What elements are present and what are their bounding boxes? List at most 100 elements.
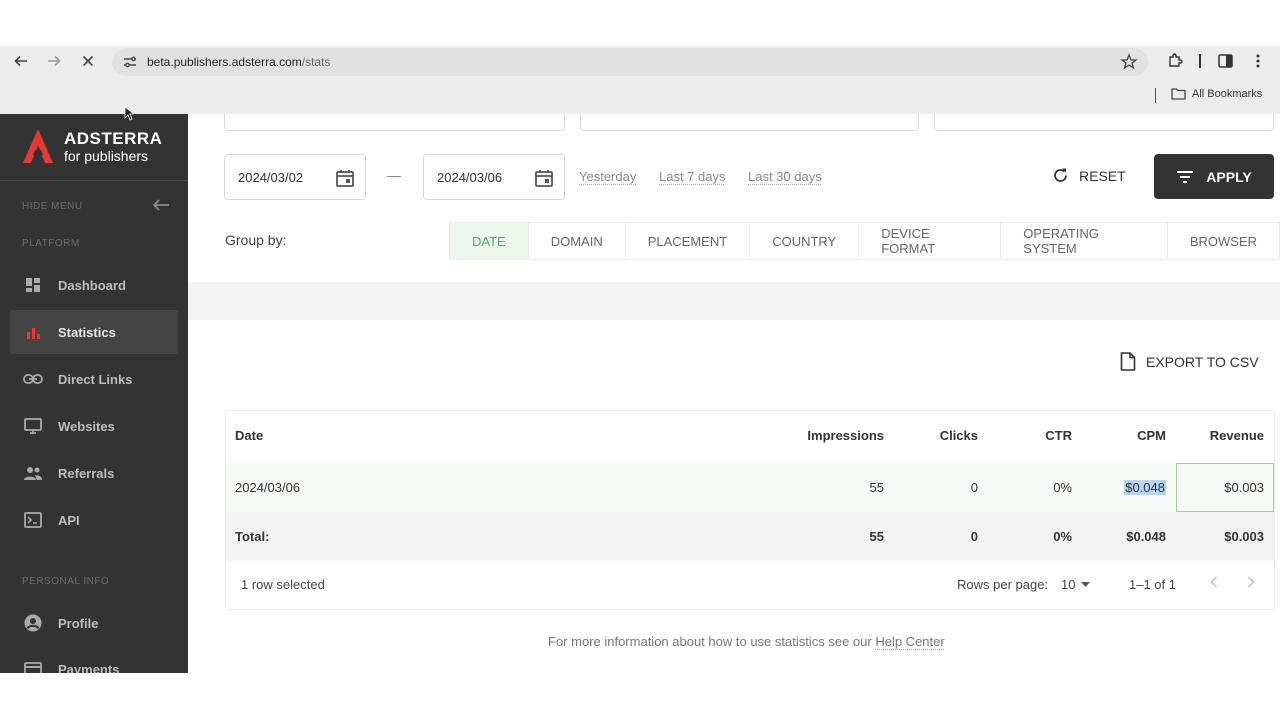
puzzle-icon <box>1169 53 1183 67</box>
apply-button[interactable]: APPLY <box>1154 154 1274 199</box>
pagination-range: 1–1 of 1 <box>1129 577 1176 592</box>
help-text: For more information about how to use st… <box>548 634 945 649</box>
date-to-field[interactable]: 2024/03/06 <box>423 154 565 200</box>
col-header-cpm[interactable]: CPM <box>1096 428 1166 443</box>
quick-yesterday-link[interactable]: Yesterday <box>579 169 636 184</box>
logo-title: ADSTERRA <box>64 128 163 148</box>
sidebar-item-websites[interactable]: Websites <box>10 404 178 448</box>
rows-per-page-select[interactable]: 10 <box>1061 577 1091 592</box>
mouse-cursor-icon <box>124 106 134 121</box>
section-label-personal-info: PERSONAL INFO <box>22 576 110 587</box>
export-csv-label: EXPORT TO CSV <box>1146 353 1259 370</box>
sidebar-item-api[interactable]: API <box>10 498 178 542</box>
group-by-tabs: DATE DOMAIN PLACEMENT COUNTRY DEVICE FOR… <box>449 222 1280 260</box>
sidebar-item-profile[interactable]: Profile <box>10 601 178 645</box>
sidebar-item-label: Statistics <box>58 324 116 340</box>
quick-last-30-days-link[interactable]: Last 30 days <box>748 169 822 184</box>
tab-country[interactable]: COUNTRY <box>750 223 860 259</box>
sidebar-item-label: Websites <box>58 418 115 434</box>
tab-placement[interactable]: PLACEMENT <box>626 223 751 259</box>
tab-domain[interactable]: DOMAIN <box>529 223 626 259</box>
arrow-left-icon[interactable] <box>151 197 171 213</box>
prev-page-button[interactable] <box>1210 576 1218 591</box>
address-bar[interactable]: beta.publishers.adsterra.com/stats <box>112 48 1148 76</box>
sidebar: ADSTERRA for publishers HIDE MENU PLATFO… <box>0 114 188 673</box>
apply-label: APPLY <box>1206 168 1252 185</box>
url-text: beta.publishers.adsterra.com/stats <box>147 55 330 69</box>
bookmark-star-icon[interactable] <box>1120 53 1138 71</box>
help-text-body: For more information about how to use st… <box>548 634 876 649</box>
tab-date[interactable]: DATE <box>449 223 529 259</box>
reset-button[interactable]: RESET <box>1052 167 1126 184</box>
main-content: 2024/03/02 2024/03/06 Yesterday Last 7 d… <box>188 114 1280 720</box>
table-total-row: Total: 55 0 0% $0.048 $0.003 <box>226 512 1274 561</box>
total-revenue: $0.003 <box>1224 529 1264 544</box>
hide-menu-label[interactable]: HIDE MENU <box>22 201 83 212</box>
arrow-right-icon <box>48 55 61 67</box>
dashboard-icon <box>22 275 44 295</box>
adsterra-logo[interactable]: ADSTERRA for publishers <box>22 128 162 164</box>
refresh-icon <box>1054 168 1067 182</box>
sidebar-item-referrals[interactable]: Referrals <box>10 451 178 495</box>
sidebar-item-direct-links[interactable]: Direct Links <box>10 357 178 401</box>
next-page-button[interactable] <box>1247 576 1255 591</box>
logo-subtitle: for publishers <box>64 147 149 164</box>
all-bookmarks-button[interactable]: All Bookmarks <box>1171 88 1262 100</box>
arrow-left-icon <box>14 55 27 67</box>
side-panel-button[interactable] <box>1215 51 1235 71</box>
calendar-icon[interactable] <box>534 168 554 188</box>
date-from-field[interactable]: 2024/03/02 <box>224 154 366 200</box>
sidebar-item-payments[interactable]: Payments <box>10 647 178 673</box>
filter-icon <box>1177 170 1194 183</box>
sidebar-item-dashboard[interactable]: Dashboard <box>10 263 178 307</box>
col-header-date[interactable]: Date <box>235 428 263 443</box>
more-vert-icon <box>1256 54 1260 68</box>
extensions-button[interactable] <box>1165 51 1185 71</box>
col-header-revenue[interactable]: Revenue <box>1186 428 1264 443</box>
stop-loading-button[interactable] <box>77 51 99 71</box>
caret-down-icon <box>1081 582 1091 587</box>
back-button[interactable] <box>10 51 32 71</box>
filter-field-2[interactable] <box>580 114 919 131</box>
browser-toolbar: beta.publishers.adsterra.com/stats <box>0 46 1280 76</box>
folder-icon <box>1171 88 1186 100</box>
quick-last-7-days-link[interactable]: Last 7 days <box>659 169 726 184</box>
filter-field-1[interactable] <box>224 114 565 131</box>
close-icon <box>82 55 94 67</box>
browser-menu-button[interactable] <box>1250 51 1266 71</box>
chevron-left-icon <box>1210 576 1218 588</box>
total-impressions: 55 <box>869 529 884 544</box>
tab-operating-system[interactable]: OPERATING SYSTEM <box>1001 223 1168 259</box>
site-settings-icon[interactable] <box>122 54 138 70</box>
table-footer: 1 row selected Rows per page: 10 1–1 of … <box>226 561 1274 609</box>
table-row[interactable]: 2024/03/06 55 0 0% $0.048 $0.003 <box>226 463 1274 512</box>
forward-button[interactable] <box>43 51 65 71</box>
help-center-link[interactable]: Help Center <box>875 634 944 649</box>
cell-revenue: $0.003 <box>1224 480 1264 495</box>
sidebar-divider <box>0 180 188 181</box>
date-from-value: 2024/03/02 <box>238 170 304 185</box>
tab-browser[interactable]: BROWSER <box>1168 223 1280 259</box>
col-header-impressions[interactable]: Impressions <box>786 428 884 443</box>
cell-clicks: 0 <box>970 480 978 495</box>
bar-chart-icon <box>22 322 44 342</box>
col-header-clicks[interactable]: Clicks <box>916 428 978 443</box>
cell-impressions: 55 <box>869 480 884 495</box>
toolbar-divider <box>1196 51 1204 71</box>
credit-card-icon <box>22 659 44 673</box>
tab-device-format[interactable]: DEVICE FORMAT <box>859 223 1002 259</box>
bookmarks-divider <box>1155 88 1156 103</box>
calendar-icon[interactable] <box>335 168 355 188</box>
filter-field-3[interactable] <box>934 114 1274 131</box>
bookmarks-bar: All Bookmarks <box>0 76 1280 114</box>
table-header-row: Date Impressions Clicks CTR CPM Revenue <box>226 411 1274 460</box>
link-icon <box>22 369 44 389</box>
export-csv-button[interactable]: EXPORT TO CSV <box>1120 352 1259 371</box>
date-to-value: 2024/03/06 <box>437 170 503 185</box>
col-header-ctr[interactable]: CTR <box>1016 428 1072 443</box>
cell-date: 2024/03/06 <box>235 480 301 495</box>
sidebar-item-label: Direct Links <box>58 371 133 387</box>
sidebar-item-label: Profile <box>58 615 99 631</box>
sidebar-item-statistics[interactable]: Statistics <box>10 310 178 354</box>
total-cpm: $0.048 <box>1126 529 1166 544</box>
